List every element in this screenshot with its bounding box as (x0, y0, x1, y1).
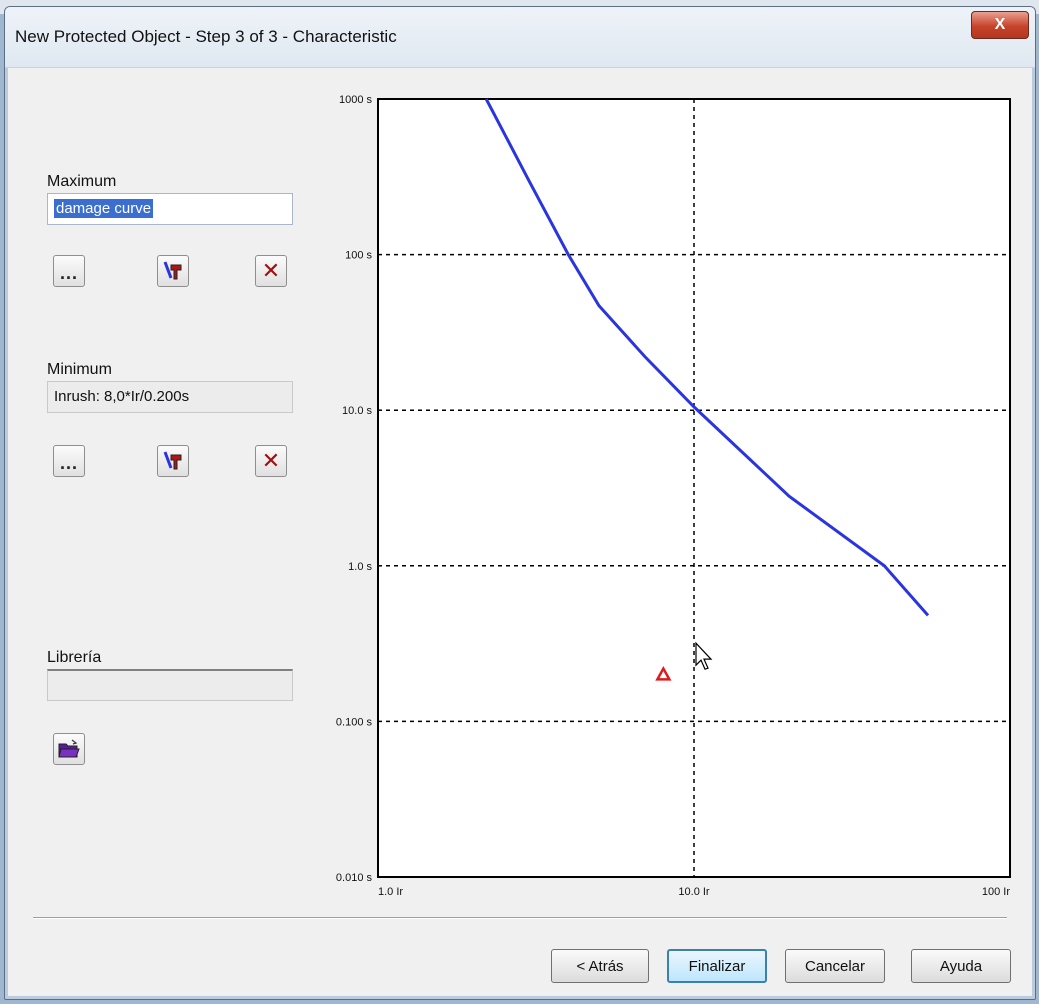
close-button[interactable]: X (971, 11, 1029, 39)
y-tick-label: 0.100 s (336, 716, 373, 728)
x-tick-label: 10.0 Ir (678, 886, 710, 898)
curve-tool-icon (163, 451, 182, 470)
y-tick-label: 0.010 s (336, 872, 373, 884)
maximum-browse-button[interactable]: ... (53, 255, 85, 287)
help-button[interactable]: Ayuda (911, 949, 1011, 983)
delete-x-icon: ✕ (261, 258, 281, 283)
title-bar[interactable]: New Protected Object - Step 3 of 3 - Cha… (5, 7, 1035, 68)
maximum-label: Maximum (47, 173, 117, 190)
minimum-edit-curve-button[interactable] (157, 445, 189, 477)
y-tick-label: 100 s (345, 250, 372, 262)
dialog-window: New Protected Object - Step 3 of 3 - Cha… (4, 6, 1036, 1000)
minimum-input[interactable]: Inrush: 8,0*Ir/0.200s (47, 381, 293, 413)
curve-tool-icon (163, 261, 182, 280)
maximum-edit-curve-button[interactable] (157, 255, 189, 287)
dialog-client-area: Maximum damage curve ... ✕ Minimum Inrus… (13, 69, 1027, 991)
maximum-delete-button[interactable]: ✕ (255, 255, 287, 287)
chart-svg[interactable]: 1000 s 100 s 10.0 s 1.0 s 0.100 s 0.010 s 1.0 … (298, 89, 1028, 909)
library-input[interactable] (47, 669, 293, 701)
y-tick-label: 1.0 s (348, 561, 372, 573)
ellipsis-icon: ... (59, 262, 78, 283)
window-title: New Protected Object - Step 3 of 3 - Cha… (15, 27, 397, 46)
open-folder-icon (58, 739, 80, 758)
library-open-button[interactable] (53, 733, 85, 765)
plot-area (378, 99, 1010, 877)
library-label: Librería (47, 649, 102, 666)
minimum-delete-button[interactable]: ✕ (255, 445, 287, 477)
maximum-input-value: damage curve (54, 199, 154, 218)
x-tick-label: 1.0 Ir (378, 886, 403, 898)
y-tick-label: 1000 s (339, 94, 373, 106)
footer-separator (33, 917, 1007, 919)
ellipsis-icon: ... (59, 452, 78, 473)
characteristic-chart[interactable]: 1000 s 100 s 10.0 s 1.0 s 0.100 s 0.010 s 1.0 … (298, 89, 1028, 909)
delete-x-icon: ✕ (261, 448, 281, 473)
x-tick-label: 100 Ir (982, 886, 1010, 898)
maximum-input[interactable]: damage curve (47, 193, 293, 225)
minimum-browse-button[interactable]: ... (53, 445, 85, 477)
minimum-label: Minimum (47, 361, 112, 378)
cancel-button[interactable]: Cancelar (785, 949, 885, 983)
back-button[interactable]: < Atrás (551, 949, 649, 983)
y-tick-label: 10.0 s (342, 405, 372, 417)
finish-button[interactable]: Finalizar (667, 949, 767, 983)
